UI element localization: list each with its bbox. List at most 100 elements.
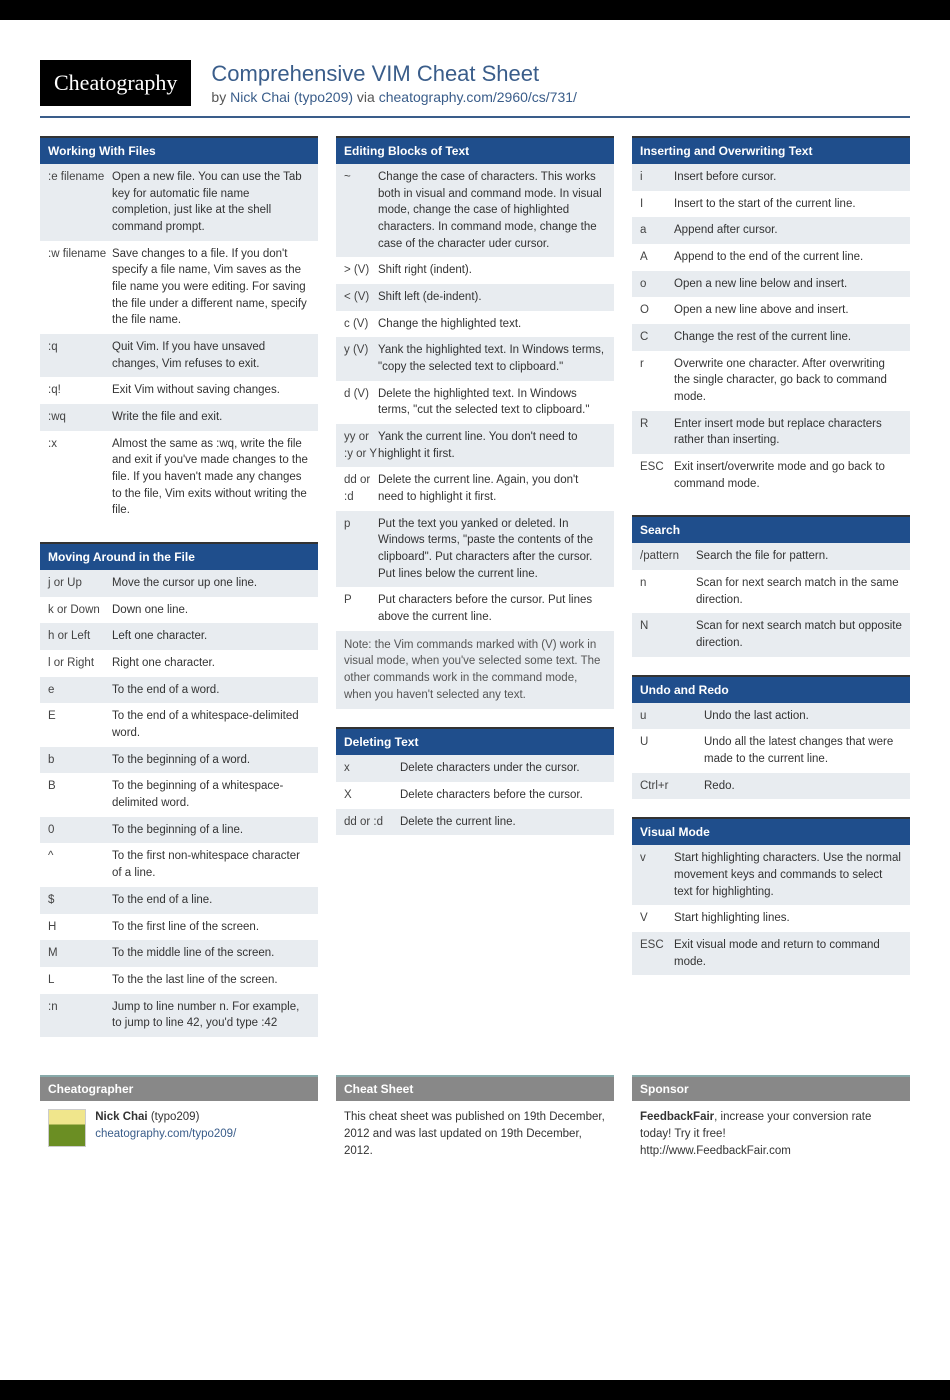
table-row: d (V)Delete the highlighted text. In Win… xyxy=(336,381,614,424)
desc-cell: Insert before cursor. xyxy=(674,169,902,186)
table-row: LTo the the last line of the screen. xyxy=(40,967,318,994)
section-header: Undo and Redo xyxy=(632,677,910,703)
table-row: NScan for next search match but opposite… xyxy=(632,613,910,656)
table-row: :qQuit Vim. If you have unsaved changes,… xyxy=(40,334,318,377)
table-row: dd or :dDelete the current line. xyxy=(336,809,614,836)
desc-cell: Start highlighting lines. xyxy=(674,910,902,927)
desc-cell: Put characters before the cursor. Put li… xyxy=(378,592,606,625)
desc-cell: Change the highlighted text. xyxy=(378,316,606,333)
key-cell: :w filename xyxy=(48,246,112,329)
table-row: AAppend to the end of the current line. xyxy=(632,244,910,271)
desc-cell: Change the case of characters. This work… xyxy=(378,169,606,252)
key-cell: A xyxy=(640,249,674,266)
section-note: Note: the Vim commands marked with (V) w… xyxy=(336,631,614,710)
section: Working With Files:e filenameOpen a new … xyxy=(40,136,318,524)
desc-cell: Delete the highlighted text. In Windows … xyxy=(378,386,606,419)
key-cell: r xyxy=(640,356,674,406)
desc-cell: Redo. xyxy=(704,778,902,795)
section-header: Moving Around in the File xyxy=(40,544,318,570)
table-row: j or UpMove the cursor up one line. xyxy=(40,570,318,597)
section: Search/patternSearch the file for patter… xyxy=(632,515,910,656)
desc-cell: Delete characters before the cursor. xyxy=(400,787,606,804)
key-cell: :q! xyxy=(48,382,112,399)
table-row: :q!Exit Vim without saving changes. xyxy=(40,377,318,404)
table-row: xDelete characters under the cursor. xyxy=(336,755,614,782)
table-row: UUndo all the latest changes that were m… xyxy=(632,729,910,772)
table-row: :xAlmost the same as :wq, write the file… xyxy=(40,431,318,524)
key-cell: M xyxy=(48,945,112,962)
table-row: IInsert to the start of the current line… xyxy=(632,191,910,218)
key-cell: E xyxy=(48,708,112,741)
key-cell: e xyxy=(48,682,112,699)
section-header: Working With Files xyxy=(40,138,318,164)
footer-cheatsheet: Cheat Sheet This cheat sheet was publish… xyxy=(336,1075,614,1169)
key-cell: y (V) xyxy=(344,342,378,375)
desc-cell: Insert to the start of the current line. xyxy=(674,196,902,213)
desc-cell: Open a new line below and insert. xyxy=(674,276,902,293)
desc-cell: Right one character. xyxy=(112,655,310,672)
key-cell: C xyxy=(640,329,674,346)
table-row: MTo the middle line of the screen. xyxy=(40,940,318,967)
table-row: y (V)Yank the highlighted text. In Windo… xyxy=(336,337,614,380)
key-cell: O xyxy=(640,302,674,319)
table-row: PPut characters before the cursor. Put l… xyxy=(336,587,614,630)
desc-cell: Delete the current line. xyxy=(400,814,606,831)
table-row: OOpen a new line above and insert. xyxy=(632,297,910,324)
via-link[interactable]: cheatography.com/2960/cs/731/ xyxy=(379,89,577,105)
table-row: :wqWrite the file and exit. xyxy=(40,404,318,431)
desc-cell: Append to the end of the current line. xyxy=(674,249,902,266)
page: Cheatography Comprehensive VIM Cheat She… xyxy=(0,20,950,1380)
desc-cell: Save changes to a file. If you don't spe… xyxy=(112,246,310,329)
key-cell: R xyxy=(640,416,674,449)
desc-cell: Exit insert/overwrite mode and go back t… xyxy=(674,459,902,492)
table-row: :e filenameOpen a new file. You can use … xyxy=(40,164,318,241)
desc-cell: To the end of a line. xyxy=(112,892,310,909)
key-cell: d (V) xyxy=(344,386,378,419)
key-cell: x xyxy=(344,760,400,777)
table-row: > (V)Shift right (indent). xyxy=(336,257,614,284)
table-row: REnter insert mode but replace character… xyxy=(632,411,910,454)
author-url[interactable]: cheatography.com/typo209/ xyxy=(95,1128,236,1140)
table-row: BTo the beginning of a whitespace-delimi… xyxy=(40,773,318,816)
key-cell: N xyxy=(640,618,696,651)
key-cell: k or Down xyxy=(48,602,112,619)
table-row: vStart highlighting characters. Use the … xyxy=(632,845,910,905)
page-header: Cheatography Comprehensive VIM Cheat She… xyxy=(40,60,910,118)
table-row: :nJump to line number n. For example, to… xyxy=(40,994,318,1037)
page-title: Comprehensive VIM Cheat Sheet xyxy=(211,61,577,87)
table-row: < (V)Shift left (de-indent). xyxy=(336,284,614,311)
table-row: HTo the first line of the screen. xyxy=(40,914,318,941)
section-header: Visual Mode xyxy=(632,819,910,845)
desc-cell: To the first non-whitespace character of… xyxy=(112,848,310,881)
table-row: l or RightRight one character. xyxy=(40,650,318,677)
desc-cell: To the middle line of the screen. xyxy=(112,945,310,962)
desc-cell: Scan for next search match but opposite … xyxy=(696,618,902,651)
key-cell: dd or :d xyxy=(344,814,400,831)
table-row: ETo the end of a whitespace-delimited wo… xyxy=(40,703,318,746)
key-cell: p xyxy=(344,516,378,583)
section: Undo and RedouUndo the last action.UUndo… xyxy=(632,675,910,800)
table-row: Ctrl+rRedo. xyxy=(632,773,910,800)
table-row: yy or :y or YYank the current line. You … xyxy=(336,424,614,467)
table-row: /patternSearch the file for pattern. xyxy=(632,543,910,570)
key-cell: :wq xyxy=(48,409,112,426)
table-row: k or DownDown one line. xyxy=(40,597,318,624)
byline: by Nick Chai (typo209) via cheatography.… xyxy=(211,89,577,105)
table-row: ~Change the case of characters. This wor… xyxy=(336,164,614,257)
key-cell: b xyxy=(48,752,112,769)
key-cell: V xyxy=(640,910,674,927)
table-row: CChange the rest of the current line. xyxy=(632,324,910,351)
key-cell: o xyxy=(640,276,674,293)
key-cell: Ctrl+r xyxy=(640,778,704,795)
author-link[interactable]: Nick Chai (typo209) xyxy=(230,89,353,105)
desc-cell: To the beginning of a line. xyxy=(112,822,310,839)
desc-cell: Open a new line above and insert. xyxy=(674,302,902,319)
section: Moving Around in the Filej or UpMove the… xyxy=(40,542,318,1037)
desc-cell: Scan for next search match in the same d… xyxy=(696,575,902,608)
desc-cell: Left one character. xyxy=(112,628,310,645)
key-cell: ESC xyxy=(640,937,674,970)
key-cell: a xyxy=(640,222,674,239)
key-cell: ESC xyxy=(640,459,674,492)
key-cell: H xyxy=(48,919,112,936)
desc-cell: Shift right (indent). xyxy=(378,262,606,279)
